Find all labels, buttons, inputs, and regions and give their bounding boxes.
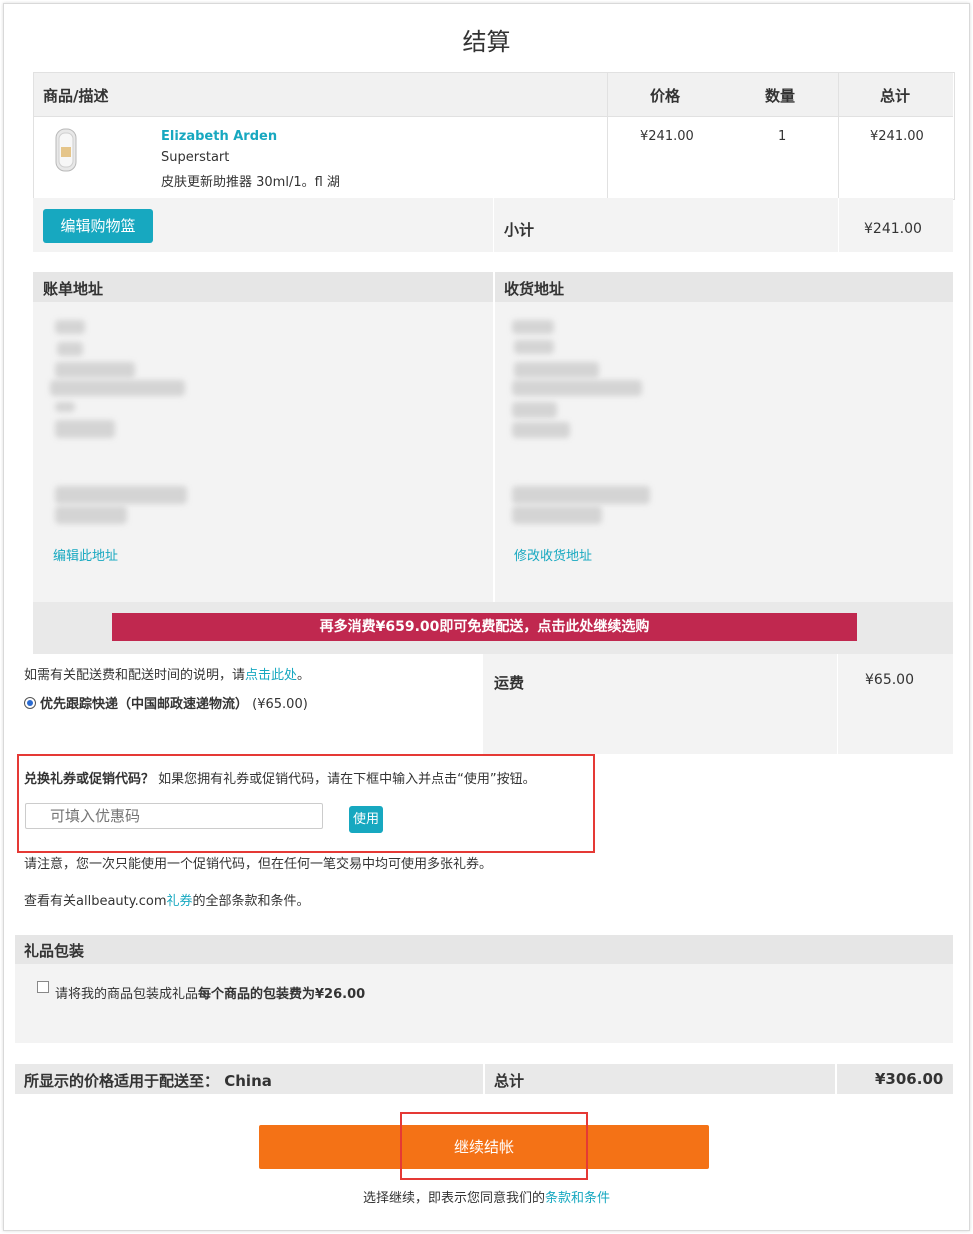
gift-header-row: [15, 935, 953, 964]
col-divider: [483, 1064, 485, 1094]
radio-selected-icon[interactable]: [24, 697, 36, 709]
shipping-label: 运费: [494, 674, 525, 692]
subtotal-label: 小计: [504, 221, 535, 239]
product-qty: 1: [778, 129, 787, 144]
product-image[interactable]: [53, 127, 79, 173]
gift-title: 礼品包装: [24, 942, 85, 960]
grand-total-label: 总计: [494, 1072, 525, 1090]
terms-link[interactable]: 条款和条件: [545, 1191, 610, 1206]
row-divider: [33, 116, 953, 117]
col-divider: [493, 198, 494, 252]
gift-wrap-label[interactable]: 请将我的商品包装成礼品每个商品的包装费为¥26.00: [55, 983, 365, 1002]
col-divider: [835, 1064, 837, 1094]
header-price: 价格: [650, 87, 681, 105]
highlight-box-coupon: [17, 754, 595, 853]
edit-shipping-link[interactable]: 修改收货地址: [514, 545, 592, 564]
shipping-info: 如需有关配送费和配送时间的说明，请点击此处。: [24, 668, 311, 683]
col-divider: [837, 654, 838, 754]
product-brand-link[interactable]: Elizabeth Arden: [161, 129, 277, 144]
shipping-info-link[interactable]: 点击此处: [245, 668, 297, 683]
shipping-value: ¥65.00: [865, 672, 914, 688]
col-divider: [838, 73, 839, 198]
cart-header-row: [34, 73, 953, 116]
subtotal-value: ¥241.00: [864, 221, 922, 237]
gift-wrap-checkbox[interactable]: [37, 981, 49, 993]
edit-billing-link[interactable]: 编辑此地址: [53, 545, 118, 564]
product-price: ¥241.00: [640, 129, 694, 144]
product-name: Superstart: [161, 150, 230, 165]
product-total: ¥241.00: [870, 129, 924, 144]
col-divider: [607, 73, 608, 198]
header-total: 总计: [880, 87, 911, 105]
terms-agreement: 选择继续，即表示您同意我们的条款和条件: [362, 1191, 611, 1206]
coupon-terms-link[interactable]: 礼券: [166, 894, 192, 909]
shipping-title: 收货地址: [504, 280, 565, 298]
grand-total-value: ¥306.00: [875, 1070, 944, 1088]
col-divider: [493, 272, 495, 602]
col-divider: [838, 198, 839, 252]
coupon-note: 请注意，您一次只能使用一个促销代码，但在任何一笔交易中均可使用多张礼券。: [24, 857, 493, 872]
header-qty: 数量: [765, 87, 796, 105]
edit-basket-button[interactable]: 编辑购物篮: [43, 209, 153, 243]
free-shipping-banner[interactable]: 再多消费¥659.00即可免费配送，点击此处继续选购: [112, 613, 857, 641]
shipping-option[interactable]: 优先跟踪快递（中国邮政速递物流） (¥65.00): [24, 693, 308, 712]
coupon-terms: 查看有关allbeauty.com礼券的全部条款和条件。: [24, 894, 310, 909]
product-desc: 皮肤更新助推器 30ml/1。fl 湖: [161, 175, 340, 190]
header-product: 商品/描述: [43, 87, 109, 105]
page-title: 结算: [462, 28, 511, 56]
billing-title: 账单地址: [43, 280, 104, 298]
delivery-country: 所显示的价格适用于配送至： China: [24, 1072, 272, 1090]
highlight-box-checkout: [400, 1112, 588, 1180]
